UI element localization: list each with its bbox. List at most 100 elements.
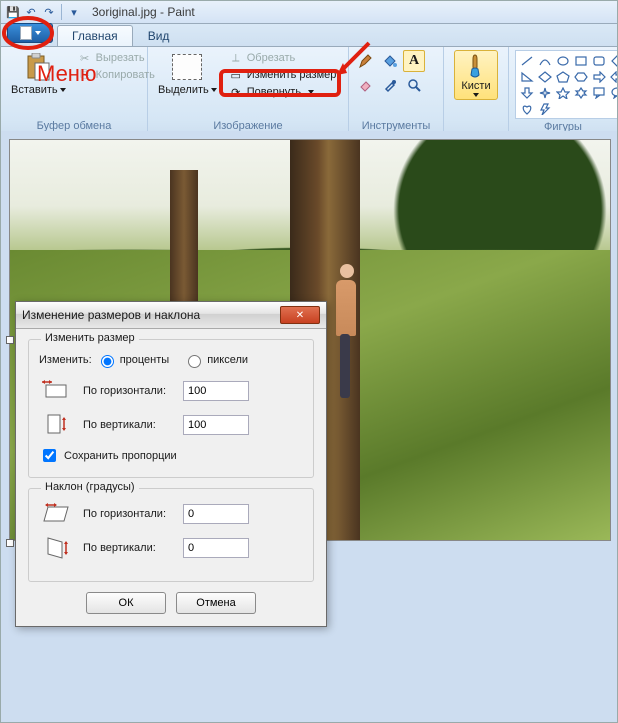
undo-icon[interactable]: ↶ bbox=[23, 4, 39, 20]
shape-oval[interactable] bbox=[554, 53, 571, 68]
brushes-button[interactable]: Кисти bbox=[454, 50, 497, 100]
shape-curve[interactable] bbox=[536, 53, 553, 68]
shape-callout-oval[interactable] bbox=[608, 85, 618, 100]
radio-pixels[interactable]: пиксели bbox=[183, 352, 248, 368]
resize-horizontal-icon bbox=[39, 378, 73, 404]
skew-vertical-icon bbox=[39, 535, 73, 561]
group-tools: A Инструменты bbox=[349, 47, 444, 133]
resize-h-label: По горизонтали: bbox=[83, 385, 173, 397]
magnifier-tool[interactable] bbox=[403, 74, 425, 96]
skew-h-label: По горизонтали: bbox=[83, 508, 173, 520]
crop-button[interactable]: ⟂ Обрезать bbox=[225, 50, 341, 66]
group-shapes: Фигуры bbox=[509, 47, 617, 133]
select-label: Выделить bbox=[158, 84, 209, 96]
group-clipboard: Вставить ✂ Вырезать ⎘ Копировать Буфер о… bbox=[1, 47, 148, 133]
cut-label: Вырезать bbox=[96, 52, 145, 64]
shape-star4[interactable] bbox=[536, 85, 553, 100]
close-icon: ✕ bbox=[296, 310, 304, 321]
by-label: Изменить: bbox=[39, 354, 92, 366]
radio-percent-input[interactable] bbox=[101, 355, 114, 368]
tab-view[interactable]: Вид bbox=[133, 25, 185, 46]
dialog-title: Изменение размеров и наклона bbox=[22, 308, 200, 322]
ribbon: Вставить ✂ Вырезать ⎘ Копировать Буфер о… bbox=[1, 47, 617, 134]
skew-legend: Наклон (градусы) bbox=[41, 481, 139, 493]
skew-horizontal-icon bbox=[39, 501, 73, 527]
shape-arrow-down[interactable] bbox=[518, 85, 535, 100]
resize-v-label: По вертикали: bbox=[83, 419, 173, 431]
file-menu-button[interactable] bbox=[7, 23, 53, 43]
crop-icon: ⟂ bbox=[229, 51, 243, 65]
brushes-label: Кисти bbox=[461, 80, 490, 92]
resize-fieldset: Изменить размер Изменить: проценты пиксе… bbox=[28, 339, 314, 478]
eraser-tool[interactable] bbox=[355, 74, 377, 96]
paste-button[interactable]: Вставить bbox=[7, 50, 70, 98]
shape-rect[interactable] bbox=[572, 53, 589, 68]
radio-pixels-input[interactable] bbox=[188, 355, 201, 368]
chevron-down-icon bbox=[35, 31, 41, 35]
color-picker-tool[interactable] bbox=[379, 74, 401, 96]
shape-heart[interactable] bbox=[518, 101, 535, 116]
chevron-down-icon bbox=[211, 88, 217, 92]
pencil-tool[interactable] bbox=[355, 50, 377, 72]
rotate-label: Повернуть bbox=[247, 86, 301, 98]
ribbon-tabs: Главная Вид bbox=[1, 24, 617, 47]
dialog-close-button[interactable]: ✕ bbox=[280, 306, 320, 324]
dialog-titlebar[interactable]: Изменение размеров и наклона ✕ bbox=[16, 302, 326, 329]
skew-v-label: По вертикали: bbox=[83, 542, 173, 554]
keep-ratio-checkbox[interactable] bbox=[43, 449, 56, 462]
resize-legend: Изменить размер bbox=[41, 332, 139, 344]
resize-h-input[interactable] bbox=[183, 381, 249, 401]
radio-percent[interactable]: проценты bbox=[96, 352, 170, 368]
tab-home[interactable]: Главная bbox=[57, 25, 133, 46]
paint-window: 💾 ↶ ↷ ▾ 3original.jpg - Paint Главная Ви… bbox=[0, 0, 618, 723]
shape-star6[interactable] bbox=[572, 85, 589, 100]
rotate-button[interactable]: ⟳ Повернуть bbox=[225, 84, 341, 100]
group-brushes: Кисти bbox=[444, 47, 509, 133]
resize-v-input[interactable] bbox=[183, 415, 249, 435]
chevron-down-icon bbox=[473, 93, 479, 97]
resize-icon: ▭ bbox=[229, 68, 243, 82]
cut-button[interactable]: ✂ Вырезать bbox=[74, 50, 159, 66]
window-title: 3original.jpg - Paint bbox=[92, 5, 195, 19]
shape-hexagon[interactable] bbox=[572, 69, 589, 84]
document-icon bbox=[20, 26, 32, 40]
skew-h-input[interactable] bbox=[183, 504, 249, 524]
shape-pentagon[interactable] bbox=[554, 69, 571, 84]
copy-label: Копировать bbox=[96, 69, 155, 81]
resize-handle[interactable] bbox=[6, 336, 14, 344]
shape-line[interactable] bbox=[518, 53, 535, 68]
fill-tool[interactable] bbox=[379, 50, 401, 72]
separator bbox=[61, 4, 62, 20]
resize-skew-dialog: Изменение размеров и наклона ✕ Изменить … bbox=[15, 301, 327, 627]
save-icon[interactable]: 💾 bbox=[5, 4, 21, 20]
shape-arrow-left[interactable] bbox=[608, 69, 618, 84]
chevron-down-icon bbox=[308, 90, 314, 94]
qat-dropdown-icon[interactable]: ▾ bbox=[66, 4, 82, 20]
shape-polygon[interactable] bbox=[608, 53, 618, 68]
shape-star5[interactable] bbox=[554, 85, 571, 100]
text-tool[interactable]: A bbox=[403, 50, 425, 72]
skew-fieldset: Наклон (градусы) По горизонтали: По верт… bbox=[28, 488, 314, 582]
redo-icon[interactable]: ↷ bbox=[41, 4, 57, 20]
cancel-button[interactable]: Отмена bbox=[176, 592, 256, 614]
shape-lightning[interactable] bbox=[536, 101, 553, 116]
skew-v-input[interactable] bbox=[183, 538, 249, 558]
shape-diamond[interactable] bbox=[536, 69, 553, 84]
select-button[interactable]: Выделить bbox=[154, 50, 221, 98]
title-bar: 💾 ↶ ↷ ▾ 3original.jpg - Paint bbox=[1, 1, 617, 24]
resize-handle[interactable] bbox=[6, 539, 14, 547]
shape-roundrect[interactable] bbox=[590, 53, 607, 68]
quick-access-toolbar: 💾 ↶ ↷ ▾ bbox=[5, 4, 82, 20]
copy-button[interactable]: ⎘ Копировать bbox=[74, 67, 159, 83]
ok-button[interactable]: ОК bbox=[86, 592, 166, 614]
chevron-down-icon bbox=[60, 88, 66, 92]
resize-vertical-icon bbox=[39, 412, 73, 438]
shape-right-triangle[interactable] bbox=[518, 69, 535, 84]
paste-label: Вставить bbox=[11, 84, 58, 96]
shapes-gallery[interactable] bbox=[515, 50, 618, 119]
keep-ratio-label: Сохранить пропорции bbox=[64, 450, 177, 462]
shape-callout-rect[interactable] bbox=[590, 85, 607, 100]
shape-arrow-right[interactable] bbox=[590, 69, 607, 84]
scissors-icon: ✂ bbox=[78, 51, 92, 65]
resize-button[interactable]: ▭ Изменить размер bbox=[225, 67, 341, 83]
